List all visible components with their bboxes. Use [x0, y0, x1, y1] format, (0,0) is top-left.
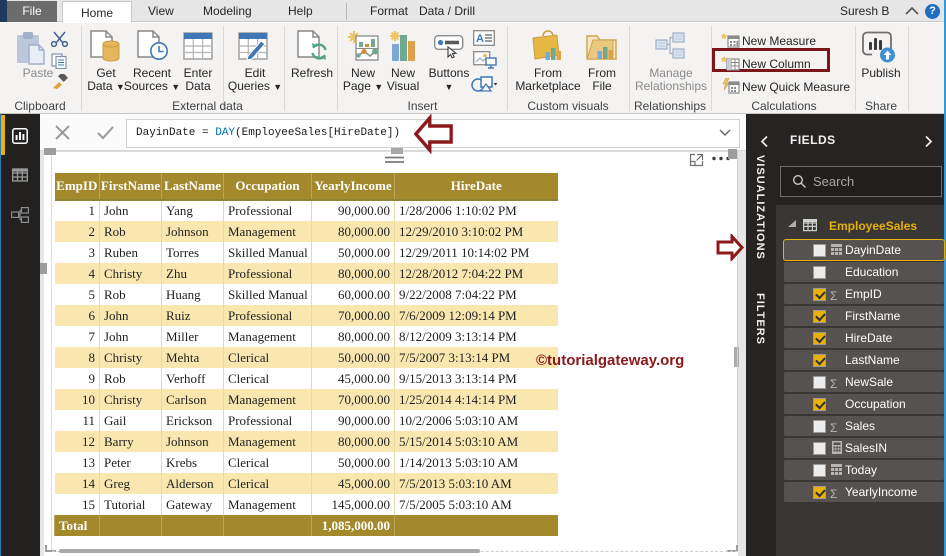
svg-text:A: A [476, 33, 484, 45]
